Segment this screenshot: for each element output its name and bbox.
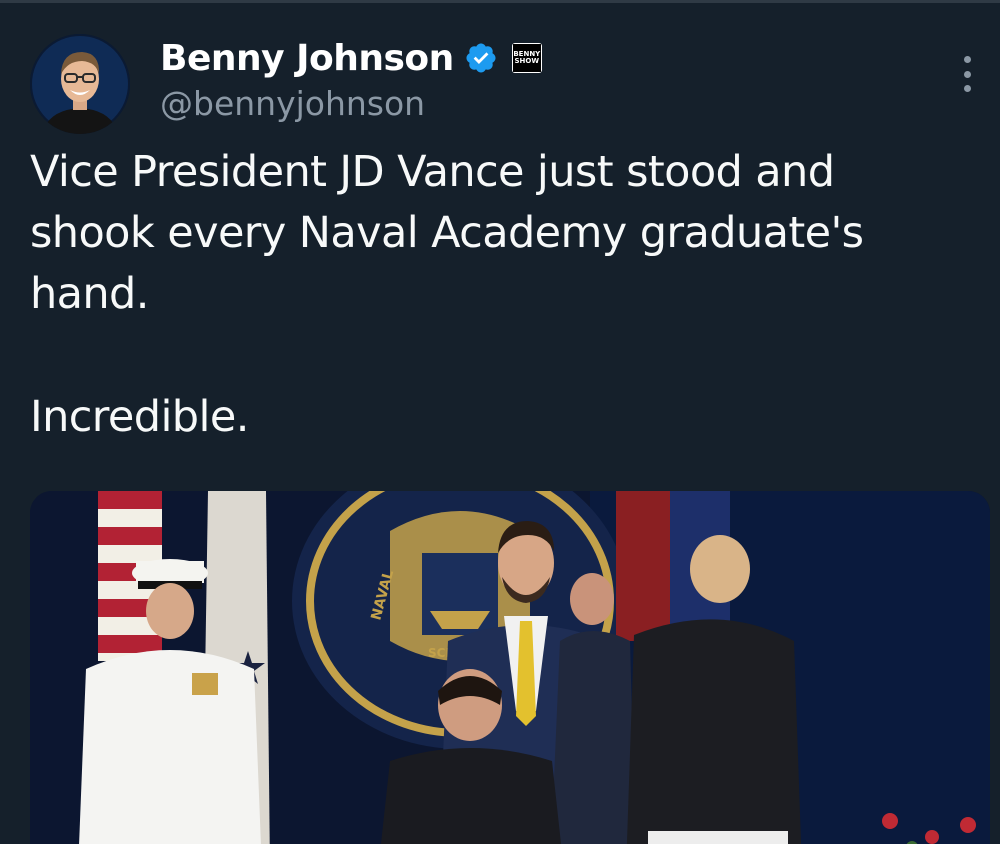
- tweet-text-closing: Incredible.: [30, 392, 249, 442]
- verified-badge-icon[interactable]: [464, 41, 498, 75]
- tweet-text-line: hand.: [30, 269, 149, 319]
- divider: [0, 0, 1000, 3]
- tweet-text: Vice President JD Vance just stood and s…: [30, 142, 930, 448]
- affiliate-badge-label: BENNY SHOW: [512, 44, 541, 72]
- tweet-media-video[interactable]: NAVAL SCI: [30, 491, 990, 844]
- more-dot-icon: [963, 70, 971, 78]
- author-handle[interactable]: @bennyjohnson: [160, 84, 425, 123]
- tweet-card: Benny Johnson BENNY SHOW @bennyjohnson V…: [0, 0, 1000, 844]
- tweet-text-line: shook every Naval Academy graduate's: [30, 208, 864, 258]
- tweet-text-line: Vice President JD Vance just stood and: [30, 147, 835, 197]
- more-options-button[interactable]: [952, 56, 982, 92]
- affiliate-badge-icon[interactable]: BENNY SHOW: [511, 43, 542, 73]
- avatar[interactable]: [30, 34, 130, 134]
- more-dot-icon: [963, 56, 971, 63]
- seal-text-bottom: SCI: [428, 646, 450, 660]
- more-dot-icon: [963, 85, 971, 92]
- author-name-row: Benny Johnson BENNY SHOW: [160, 36, 542, 80]
- author-display-name[interactable]: Benny Johnson: [160, 38, 454, 79]
